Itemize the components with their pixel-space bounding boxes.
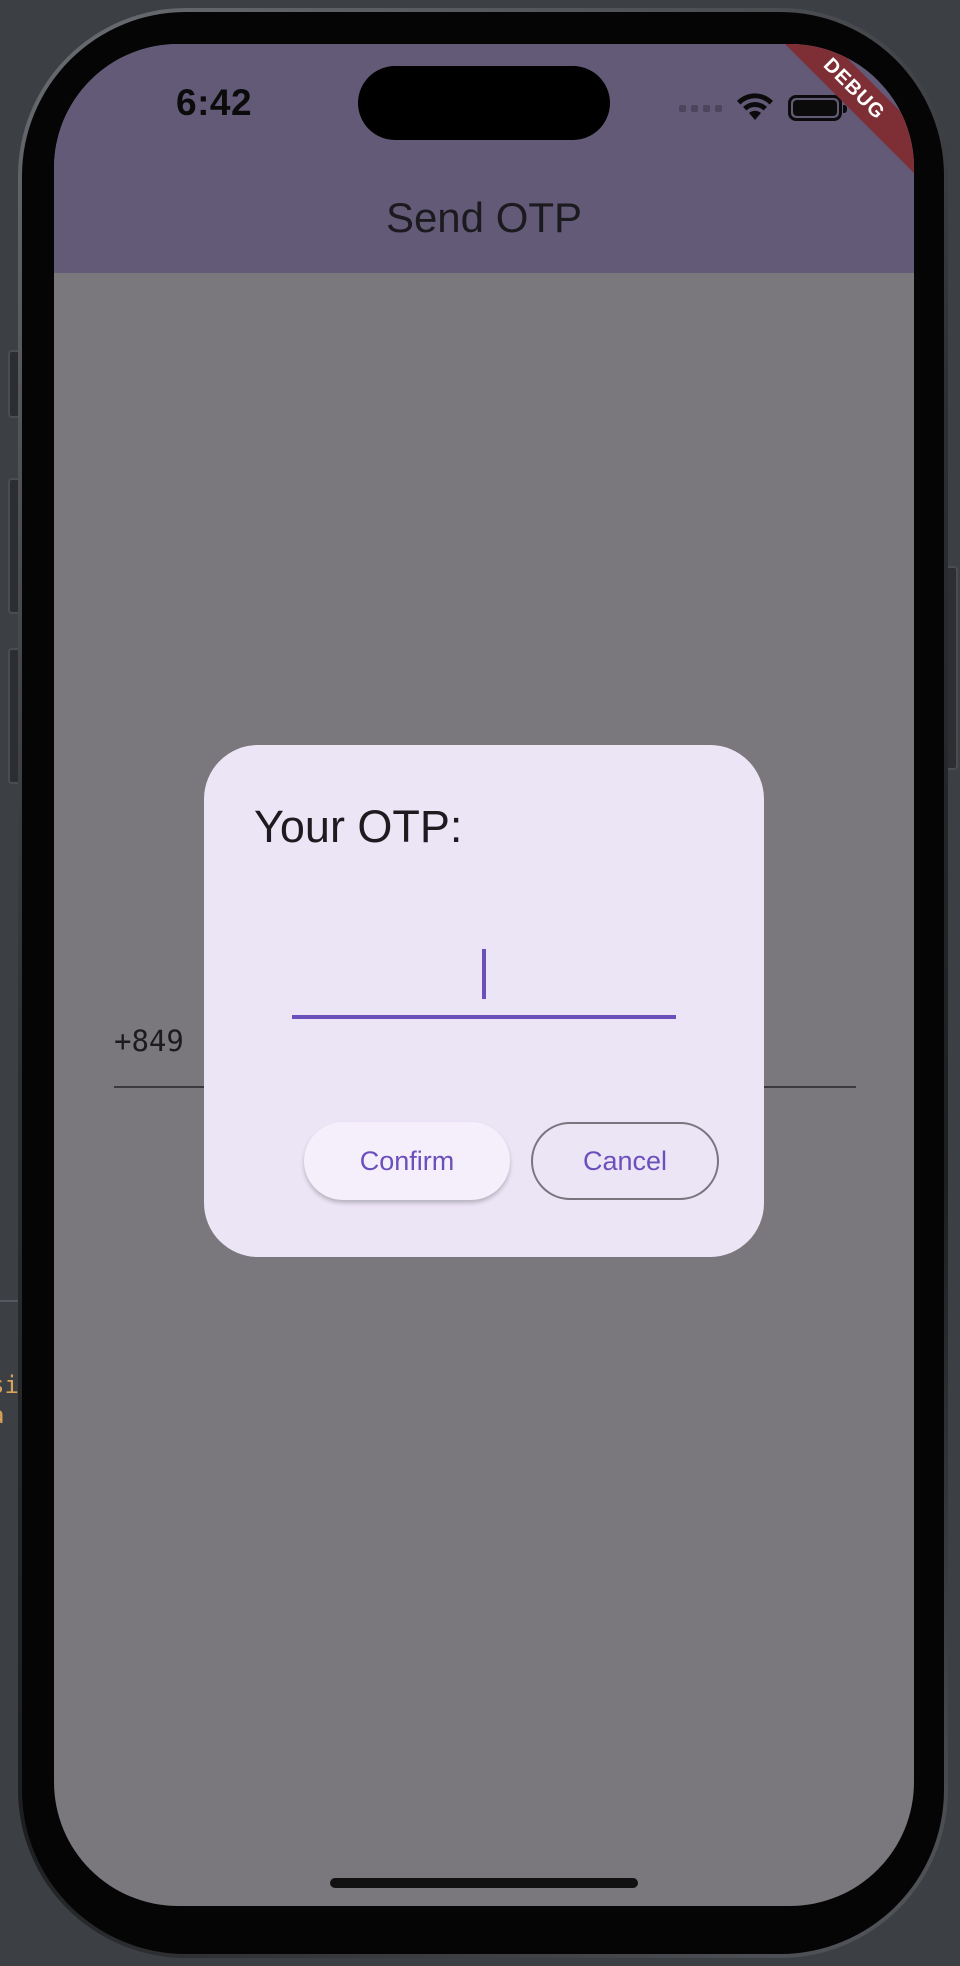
phone-screen: 6:42 Send OTP DEBUG +849 Your OTP: Confi… xyxy=(54,44,914,1906)
signal-icon xyxy=(679,104,722,112)
otp-input-underline xyxy=(292,1015,676,1019)
wifi-icon xyxy=(736,93,774,123)
otp-dialog: Your OTP: Confirm Cancel xyxy=(204,745,764,1257)
confirm-button[interactable]: Confirm xyxy=(304,1122,510,1200)
panel-divider xyxy=(0,1300,20,1302)
dialog-title: Your OTP: xyxy=(254,801,463,852)
app-bar: 6:42 Send OTP DEBUG xyxy=(54,44,914,273)
dynamic-island xyxy=(358,66,610,140)
cancel-button[interactable]: Cancel xyxy=(531,1122,719,1200)
home-indicator[interactable] xyxy=(330,1878,638,1888)
page-title: Send OTP xyxy=(385,194,583,241)
text-cursor xyxy=(482,949,486,999)
otp-input-container[interactable] xyxy=(292,941,676,1019)
status-icons xyxy=(679,88,847,128)
status-time: 6:42 xyxy=(176,82,253,123)
phone-number-value: +849 xyxy=(114,1024,184,1058)
battery-icon xyxy=(788,95,847,121)
